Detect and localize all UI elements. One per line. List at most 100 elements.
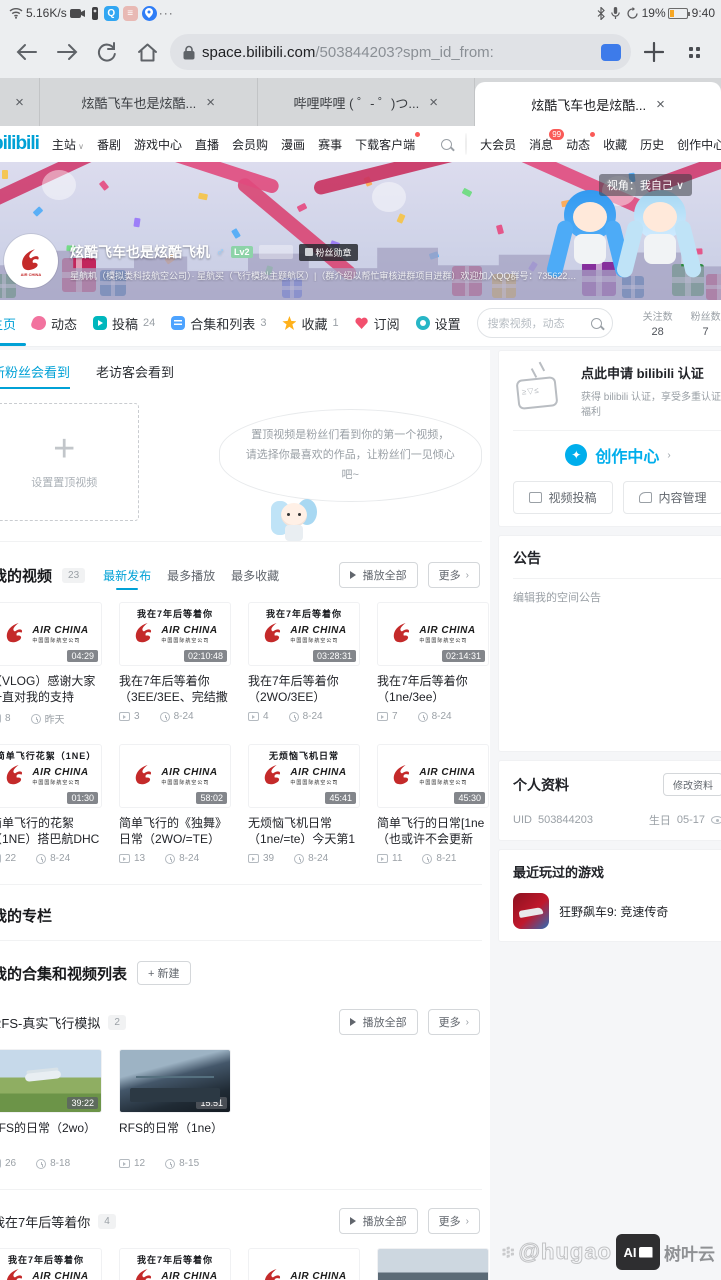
space-nav-设置[interactable]: 设置 — [416, 300, 461, 346]
notice-placeholder[interactable]: 编辑我的空间公告 — [513, 589, 721, 739]
collection-name[interactable]: 我在7年后等着你 — [0, 1212, 90, 1231]
video-thumbnail: AIR CHINA中国国际航空公司02:14:31 — [377, 602, 489, 666]
header-nav-动态[interactable]: 动态 — [566, 136, 590, 153]
video-title[interactable]: 简单飞行的花絮（1NE）搭巴航DHC Dash 8 — [0, 815, 102, 847]
header-nav-大会员[interactable]: 大会员 — [480, 136, 516, 153]
space-nav-订阅[interactable]: 订阅 — [355, 300, 400, 346]
video-title[interactable]: 无烦恼飞机日常（1ne/=te）今天第1次玩这个游戏，有点不太会 — [248, 815, 360, 847]
more-button[interactable]: 更多› — [428, 562, 480, 588]
set-pinned-video-button[interactable]: + 设置置顶视频 — [0, 403, 139, 521]
video-card[interactable]: AIR CHINA中国国际航空公司04:29（VLOG）感谢大家一直对我的支持8… — [0, 602, 102, 726]
header-nav-收藏[interactable]: 收藏 — [603, 136, 627, 153]
header-nav-番剧[interactable]: 番剧 — [97, 136, 121, 153]
member-badge[interactable] — [259, 245, 293, 259]
play-all-button[interactable]: 播放全部 — [339, 562, 418, 588]
play-all-button[interactable]: 播放全部 — [339, 1208, 418, 1234]
header-nav-下载客户端[interactable]: 下载客户端 — [355, 136, 415, 153]
search-icon[interactable] — [441, 139, 452, 150]
bilibili-logo[interactable]: bilibili — [0, 133, 39, 155]
video-card[interactable]: 39:22RFS的日常（2wo）268-18 — [0, 1049, 102, 1169]
video-card[interactable]: AIR CHINA中国国际航空公司我在7年后等着你03:28:31我在7年后等着… — [119, 1248, 231, 1280]
video-title[interactable]: RFS的日常（2wo） — [0, 1120, 102, 1152]
video-title[interactable]: RFS的日常（1ne） — [119, 1120, 231, 1152]
header-nav-游戏中心[interactable]: 游戏中心 — [134, 136, 182, 153]
video-card[interactable]: AIR CHINA中国国际航空公司我在7年后等着你02:10:48我在7年后等着… — [119, 602, 231, 726]
eye-icon[interactable] — [711, 816, 721, 824]
header-nav-消息[interactable]: 消息99 — [529, 136, 553, 153]
video-card[interactable]: AIR CHINA中国国际航空公司02:14:31我在7年后等着你（1ne/3e… — [248, 1248, 360, 1280]
content-manage-button[interactable]: 内容管理 — [623, 481, 721, 514]
play-all-button[interactable]: 播放全部 — [339, 1009, 418, 1035]
video-card[interactable]: AIR CHINA中国国际航空公司我在7年后等着你03:28:31我在7年后等着… — [248, 602, 360, 726]
game-item[interactable]: 狂野飙车9: 竞速传奇 — [513, 893, 721, 929]
close-tab-icon[interactable]: × — [429, 94, 438, 111]
video-card[interactable]: AIR CHINA中国国际航空公司我在7年后等着你02:10:48我在7年后等着… — [0, 1248, 102, 1280]
space-search-input[interactable]: 搜索视频，动态 — [477, 308, 613, 338]
space-nav-动态[interactable]: 动态 — [32, 300, 77, 346]
video-card[interactable]: AIR CHINA中国国际航空公司58:02简单飞行的《独舞》日常（2WO/=T… — [119, 744, 231, 864]
header-nav-直播[interactable]: 直播 — [195, 136, 219, 153]
stat-关注数[interactable]: 关注数28 — [643, 308, 673, 338]
creation-center-link[interactable]: ✦ 创作中心 › — [513, 443, 721, 467]
video-card[interactable]: 15:51RFS的日常（1ne）128-15 — [119, 1049, 231, 1169]
space-nav-合集和列表[interactable]: 合集和列表3 — [171, 300, 266, 346]
play-count: 3 — [134, 711, 140, 722]
video-title[interactable]: 我在7年后等着你（2WO/3EE） — [248, 673, 360, 705]
home-button[interactable] — [130, 35, 164, 69]
new-collection-button[interactable]: + 新建 — [137, 961, 191, 985]
fan-medal-badge[interactable]: 粉丝勋章 — [299, 244, 358, 261]
browser-tab[interactable]: 哔哩哔哩 ( ゜- ゜)つ...× — [258, 78, 476, 126]
header-nav-会员购[interactable]: 会员购 — [232, 136, 268, 153]
user-avatar[interactable]: AIR CHINA — [4, 234, 58, 288]
stat-粉丝数[interactable]: 粉丝数7 — [691, 308, 721, 338]
space-nav-投稿[interactable]: 投稿24 — [93, 300, 155, 346]
video-card[interactable]: AIR CHINA中国国际航空公司45:30简单飞行的日常[1ne（也或许不会更… — [377, 744, 489, 864]
address-bar[interactable]: space.bilibili.com/503844203?spm_id_from… — [170, 34, 631, 70]
browser-tab[interactable]: 炫酷飞车也是炫酷...× — [475, 82, 721, 126]
header-nav-历史[interactable]: 历史 — [640, 136, 664, 153]
reload-button[interactable] — [90, 35, 124, 69]
header-nav-赛事[interactable]: 赛事 — [318, 136, 342, 153]
sort-最多收藏[interactable]: 最多收藏 — [231, 567, 279, 584]
video-card[interactable]: AIR CHINA中国国际航空公司简单飞行花絮（1NE）01:30简单飞行的花絮… — [0, 744, 102, 864]
video-title[interactable]: 简单飞行的日常[1ne（也或许不会更新了）] — [377, 815, 489, 847]
video-card[interactable]: AIR CHINA中国国际航空公司无烦恼飞机日常45:41无烦恼飞机日常（1ne… — [248, 744, 360, 864]
header-nav-漫画[interactable]: 漫画 — [281, 136, 305, 153]
video-title[interactable]: 我在7年后等着你（3EE/3EE、完结撒花） — [119, 673, 231, 705]
ai-image-badge: AI — [616, 1234, 660, 1270]
video-title[interactable]: （VLOG）感谢大家一直对我的支持 — [0, 673, 102, 705]
back-button[interactable] — [10, 35, 44, 69]
space-nav-主页[interactable]: 主页 — [0, 300, 16, 346]
new-tab-button[interactable] — [637, 35, 671, 69]
url-extension-chip[interactable] — [601, 44, 621, 61]
header-avatar[interactable] — [465, 133, 467, 155]
browser-tab[interactable]: × — [0, 78, 40, 126]
browser-tab[interactable]: 炫酷飞车也是炫酷...× — [40, 78, 258, 126]
more-button[interactable]: 更多› — [428, 1009, 480, 1035]
close-tab-icon[interactable]: × — [656, 96, 665, 113]
edit-profile-button[interactable]: 修改资料 — [663, 773, 721, 796]
collection-name[interactable]: RFS-真实飞行模拟 — [0, 1013, 100, 1032]
video-card[interactable]: 37:58极限看楼日常（3ee）/我的世界花絮/我在7年后等着你预告158-19 — [377, 1248, 489, 1280]
collection-header: RFS-真实飞行模拟2播放全部更多› — [0, 995, 482, 1045]
forward-button[interactable] — [50, 35, 84, 69]
cert-title[interactable]: 点此申请 bilibili 认证 — [581, 363, 721, 382]
space-nav-收藏[interactable]: 收藏1 — [282, 300, 338, 346]
close-tab-icon[interactable]: × — [15, 94, 24, 111]
more-button[interactable]: 更多› — [428, 1208, 480, 1234]
tabs-menu-button[interactable] — [677, 35, 711, 69]
sort-最新发布[interactable]: 最新发布 — [103, 567, 151, 584]
video-title[interactable]: 我在7年后等着你（1ne/3ee） — [377, 673, 489, 705]
pinned-tab[interactable]: 老访客会看到 — [96, 362, 174, 389]
play-icon — [350, 1018, 360, 1026]
header-nav-主站[interactable]: 主站 ∨ — [52, 136, 84, 153]
upload-video-button[interactable]: 视频投稿 — [513, 481, 613, 514]
sort-最多播放[interactable]: 最多播放 — [167, 567, 215, 584]
video-card[interactable]: AIR CHINA中国国际航空公司02:14:31 我在7年后等着你（1ne/3e… — [377, 602, 489, 726]
header-nav-创作中心[interactable]: 创作中心 — [677, 136, 721, 153]
birthday-value: 05-17 — [677, 814, 705, 826]
close-tab-icon[interactable]: × — [206, 94, 215, 111]
video-title[interactable]: 简单飞行的《独舞》日常（2WO/=TE）我还是更新了，真的是更新 — [119, 815, 231, 847]
view-switch-button[interactable]: 视角：我自己 ∨ — [599, 174, 692, 196]
pinned-tab[interactable]: 新粉丝会看到 — [0, 362, 70, 389]
